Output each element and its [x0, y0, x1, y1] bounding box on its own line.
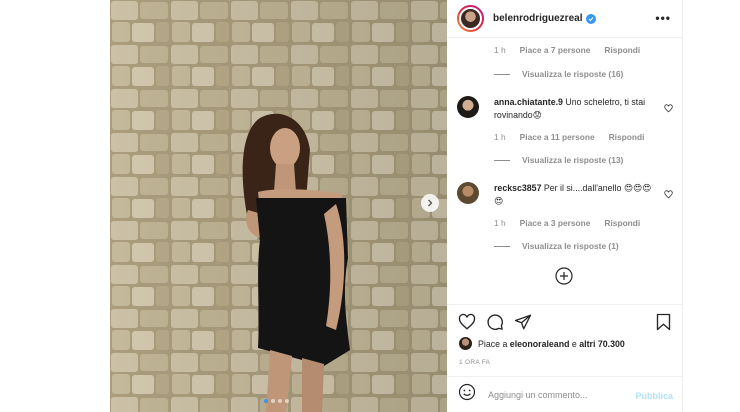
view-replies-button[interactable]: Visualizza le risposte (13)	[494, 155, 623, 165]
instagram-post-page: belenrodriguezreal ••• 1 h Piace a 7 per…	[0, 0, 740, 412]
comment-meta: 1 h Piace a 3 persone Rispondi	[494, 218, 640, 228]
reply-button[interactable]: Rispondi	[604, 218, 640, 228]
share-icon	[514, 314, 532, 330]
avatar-image	[459, 7, 482, 30]
comment-likes-link[interactable]: Piace a 11 persone	[520, 132, 595, 142]
heart-icon	[458, 313, 476, 330]
view-replies-label: Visualizza le risposte (16)	[522, 69, 624, 79]
chevron-right-icon	[428, 199, 433, 207]
comment-meta: 1 h Piace a 7 persone Rispondi	[494, 45, 640, 55]
liker-username[interactable]: eleonoraleand	[510, 339, 570, 349]
author-username[interactable]: belenrodriguezreal	[493, 13, 582, 24]
share-button[interactable]	[514, 313, 532, 336]
reply-button[interactable]: Rispondi	[609, 132, 645, 142]
left-background	[0, 0, 110, 412]
emoji-icon	[458, 383, 476, 401]
verified-badge-icon	[586, 13, 597, 24]
heart-icon	[664, 190, 673, 199]
view-replies-button[interactable]: Visualizza le risposte (16)	[494, 69, 623, 79]
replies-divider	[494, 245, 510, 247]
carousel-next-button[interactable]	[421, 194, 439, 212]
heart-icon	[664, 104, 673, 113]
comment-time: 1 h	[494, 132, 506, 142]
comment-likes-link[interactable]: Piace a 3 persone	[520, 218, 591, 228]
save-button[interactable]	[655, 313, 672, 336]
post-timestamp[interactable]: 1 ORA FA	[459, 359, 490, 366]
like-button[interactable]	[458, 313, 476, 336]
view-replies-label: Visualizza le risposte (13)	[522, 155, 624, 165]
bookmark-icon	[656, 313, 671, 331]
action-bar	[447, 304, 683, 340]
more-options-icon[interactable]: •••	[655, 11, 671, 25]
author-avatar[interactable]	[457, 5, 484, 32]
publish-button[interactable]: Pubblica	[635, 391, 673, 401]
comment-like-button[interactable]	[664, 100, 673, 118]
carousel-dot	[278, 399, 282, 403]
comment-time: 1 h	[494, 45, 506, 55]
likes-count[interactable]: altri 70.300	[579, 339, 624, 349]
add-circle-icon	[555, 267, 573, 285]
commenter-avatar[interactable]	[457, 182, 479, 204]
post-header: belenrodriguezreal •••	[447, 0, 683, 38]
comment-input[interactable]	[488, 389, 628, 400]
load-more-comments-button[interactable]	[555, 267, 573, 285]
commenter-avatar[interactable]	[457, 96, 479, 118]
post-photo[interactable]	[110, 0, 447, 412]
add-comment-bar: Pubblica	[447, 376, 683, 412]
comment-time: 1 h	[494, 218, 506, 228]
carousel-dot	[271, 399, 275, 403]
replies-divider	[494, 73, 510, 75]
emoji-button[interactable]	[458, 383, 476, 406]
carousel-dot	[264, 399, 268, 403]
comment-body: recksc3857 Per il si....dall'anello 😍😍😍😍	[494, 182, 654, 208]
comment-likes-link[interactable]: Piace a 7 persone	[520, 45, 591, 55]
likes-connector: e	[571, 338, 577, 349]
right-background	[683, 0, 740, 412]
commenter-username[interactable]: recksc3857	[494, 183, 541, 193]
view-replies-label: Visualizza le risposte (1)	[522, 241, 619, 251]
reply-button[interactable]: Rispondi	[604, 45, 640, 55]
liker-avatar	[459, 337, 472, 350]
comment-icon	[487, 314, 503, 330]
likes-summary: Piace a eleonoraleand e altri 70.300	[459, 337, 625, 350]
comment-meta: 1 h Piace a 11 persone Rispondi	[494, 132, 644, 142]
photo-illustration	[110, 0, 447, 412]
carousel-dot	[285, 399, 289, 403]
view-replies-button[interactable]: Visualizza le risposte (1)	[494, 241, 619, 251]
comment-button[interactable]	[486, 313, 504, 336]
post-side-panel: belenrodriguezreal ••• 1 h Piace a 7 per…	[447, 0, 683, 412]
carousel-indicator	[264, 399, 289, 403]
comment-body: anna.chiatante.9 Uno scheletro, ti stai …	[494, 96, 654, 122]
likes-prefix: Piace a	[478, 338, 508, 349]
commenter-username[interactable]: anna.chiatante.9	[494, 97, 563, 107]
comment-like-button[interactable]	[664, 186, 673, 204]
replies-divider	[494, 159, 510, 161]
